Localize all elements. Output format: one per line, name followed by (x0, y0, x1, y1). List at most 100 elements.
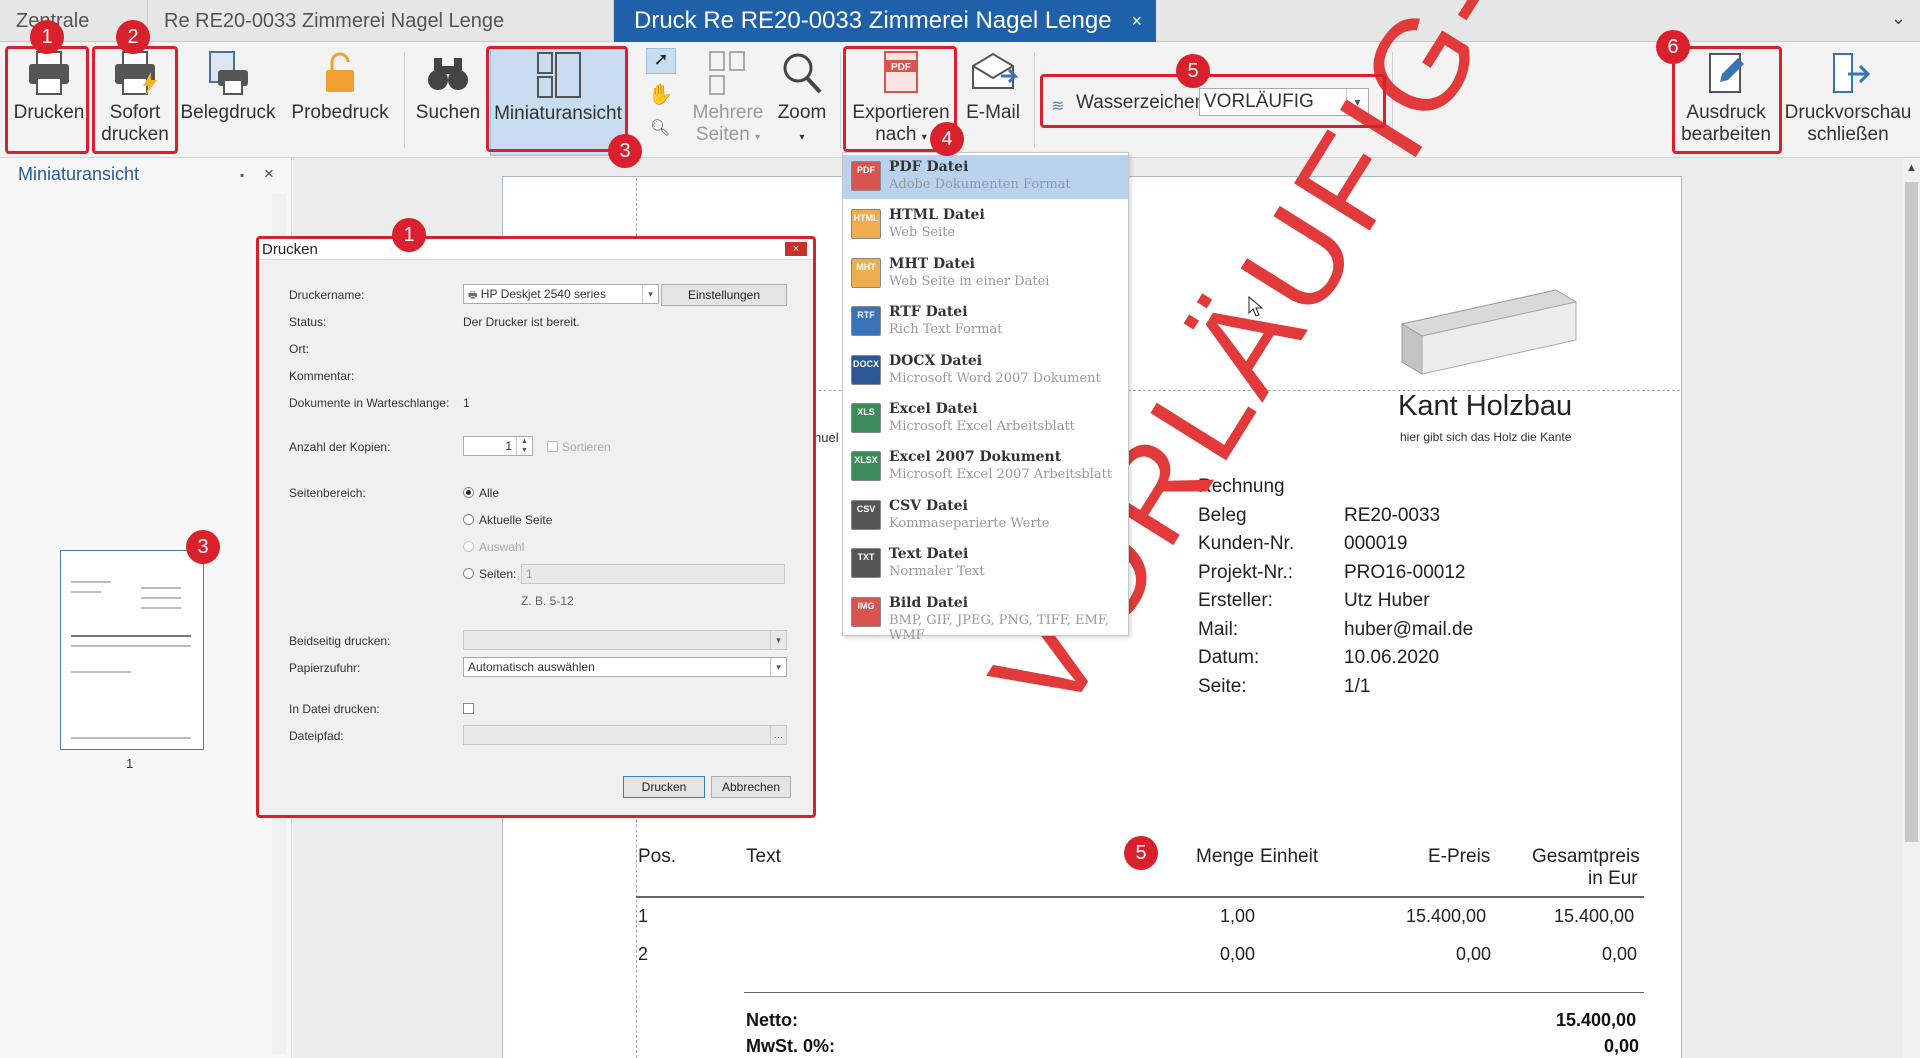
ribbon-divider (840, 52, 841, 148)
annotation-badge-2: 2 (116, 20, 150, 54)
printer-select[interactable]: 🖶︎ HP Deskjet 2540 series ▾ (463, 284, 659, 304)
papierzufuhr-select[interactable]: Automatisch auswählen ▾ (463, 657, 787, 677)
browse-icon[interactable]: … (770, 726, 786, 744)
email-button[interactable]: E-Mail (958, 48, 1028, 124)
info-value: 1/1 (1344, 675, 1371, 697)
chevron-down-icon[interactable]: ▾ (642, 285, 658, 303)
info-value: 000019 (1344, 533, 1408, 554)
export-item-name: Bild Datei (889, 594, 969, 611)
export-menu-item[interactable]: PDF PDF Datei Adobe Dokumenten Format (843, 155, 1128, 199)
export-item-name: MHT Datei (889, 255, 975, 272)
radio-auswahl[interactable] (463, 541, 474, 552)
col-pos: Pos. (638, 846, 677, 867)
drucken-button[interactable]: Drucken (8, 48, 90, 124)
mehrere-label: Mehrere (692, 102, 764, 123)
totals-rule (744, 992, 1644, 993)
export-menu-item[interactable]: CSV CSV Datei Kommaseparierte Werte (843, 494, 1128, 538)
row1-epreis: 15.400,00 (1406, 906, 1487, 926)
export-item-desc: Microsoft Excel Arbeitsblatt (889, 419, 1075, 434)
tab-druck[interactable]: Druck Re RE20-0033 Zimmerei Nagel Lenge × (614, 0, 1156, 42)
stepper-arrows-icon[interactable]: ▲ ▼ (516, 437, 532, 455)
tab-label: Re RE20-0033 Zimmerei Nagel Lenge (164, 10, 505, 32)
warteschlange-value: 1 (463, 396, 470, 410)
radio-aktuelle-seite[interactable] (463, 514, 474, 525)
sofort-drucken-button[interactable]: Sofort drucken (94, 48, 176, 146)
row2-epreis: 0,00 (1456, 944, 1492, 964)
radio-alle[interactable] (463, 487, 474, 498)
company-name: Kant Holzbau (1398, 390, 1573, 422)
dialog-close-icon[interactable]: × (785, 242, 807, 256)
row2-gesamt: 0,00 (1602, 944, 1638, 964)
in-datei-checkbox[interactable] (463, 703, 474, 714)
file-type-icon: IMG (851, 596, 881, 627)
ausdruck-bearbeiten-button[interactable]: Ausdruck bearbeiten (1676, 48, 1776, 146)
chevron-up-icon[interactable]: ▲ (1906, 162, 1917, 174)
kopien-stepper[interactable]: 1 ▲ ▼ (463, 436, 533, 456)
annotation-badge-watermark-5: 5 (1124, 836, 1158, 870)
zoom-button[interactable]: Zoom ▾ (770, 48, 834, 149)
alle-label: Alle (479, 486, 500, 500)
row1-gesamt: 15.400,00 (1554, 906, 1635, 926)
schliessen-label: Druckvorschau (1784, 102, 1912, 123)
mwst-label: MwSt. 0%: (746, 1036, 836, 1056)
info-key: Ersteller: (1198, 590, 1273, 611)
radio-seiten[interactable] (463, 568, 474, 579)
thumbnail-view-icon (537, 52, 581, 98)
export-menu-item[interactable]: HTML HTML Datei Web Seite (843, 203, 1128, 247)
file-type-icon: RTF (851, 306, 881, 337)
company-slogan: hier gibt sich das Holz die Kante (1400, 430, 1572, 444)
dateipfad-input[interactable]: … (463, 725, 787, 745)
pointer-tool-icon[interactable]: ➚ (646, 48, 676, 74)
hand-tool-icon[interactable]: ✋ (648, 82, 673, 107)
export-item-desc: Web Seite (889, 225, 956, 241)
annotation-badge-1: 1 (30, 20, 64, 54)
ribbon-divider (404, 52, 405, 148)
export-item-desc: Normaler Text (889, 564, 985, 580)
tab-rechnung[interactable]: Re RE20-0033 Zimmerei Nagel Lenge (148, 0, 614, 42)
mehrere-seiten-button[interactable]: Mehrere Seiten ▾ (688, 48, 768, 149)
tab-bar: Zentrale Re RE20-0033 Zimmerei Nagel Len… (0, 0, 1920, 42)
dialog-drucken-button[interactable]: Drucken (623, 776, 705, 798)
info-value: huber@mail.de (1344, 618, 1474, 640)
seiten-label: Seiten: (479, 567, 517, 581)
export-item-desc: Microsoft Excel 2007 Arbeitsblatt (889, 467, 1113, 483)
beidseitig-select[interactable]: ▾ (463, 630, 787, 650)
belegdruck-button[interactable]: Belegdruck (180, 48, 276, 124)
suchen-button[interactable]: Suchen (412, 48, 484, 124)
scroll-thumb[interactable] (1905, 182, 1918, 842)
export-menu-item[interactable]: TXT Text Datei Normaler Text (843, 542, 1128, 586)
export-menu-item[interactable]: MHT MHT Datei Web Seite in einer Datei (843, 252, 1128, 296)
chevron-down-icon[interactable]: ▾ (770, 658, 786, 676)
einstellungen-button[interactable]: Einstellungen (661, 284, 787, 306)
status-label: Status: (289, 315, 327, 329)
export-label: Exportieren (852, 102, 950, 123)
mwst-value: 0,00 (1604, 1036, 1640, 1056)
probedruck-button[interactable]: Probedruck (290, 48, 390, 124)
vertical-scrollbar[interactable]: ▲ (1903, 158, 1920, 1058)
panel-title: Miniaturansicht (18, 164, 140, 184)
close-icon[interactable]: × (264, 164, 274, 184)
export-menu-item[interactable]: XLS Excel Datei Microsoft Excel Arbeitsbla… (843, 397, 1128, 441)
ausdruck-label: Ausdruck (1686, 102, 1766, 123)
tab-close-icon[interactable]: × (1131, 0, 1142, 42)
page-thumbnail[interactable] (60, 550, 204, 750)
watermark-icon: ≋ (1051, 98, 1065, 115)
seiten-input[interactable]: 1 (521, 564, 785, 584)
zoom-tool-icon[interactable]: 🔍︎ (650, 118, 670, 138)
chevron-down-icon[interactable]: ▾ (770, 631, 786, 649)
pin-icon[interactable]: ▪ (240, 168, 244, 182)
export-menu-item[interactable]: IMG Bild Datei BMP, GIF, JPEG, PNG, TIFF, … (843, 591, 1128, 643)
sortieren-checkbox[interactable] (547, 441, 558, 452)
export-menu-item[interactable]: RTF RTF Datei Rich Text Format (843, 300, 1128, 344)
export-item-desc: BMP, GIF, JPEG, PNG, TIFF, EMF, WMF (889, 612, 1109, 643)
dialog-abbrechen-button[interactable]: Abbrechen (711, 776, 791, 798)
export-menu-item[interactable]: XLSX Excel 2007 Dokument Microsoft Excel 2… (843, 445, 1128, 489)
chevron-down-icon: ▾ (799, 132, 805, 143)
info-value: 10.06.2020 (1344, 647, 1440, 668)
chevron-down-icon[interactable]: ⌄ (1891, 8, 1906, 29)
export-item-desc: Web Seite in einer Datei (889, 273, 1050, 289)
druckvorschau-schliessen-button[interactable]: Druckvorschau schließen (1784, 48, 1912, 146)
dateipfad-label: Dateipfad: (289, 729, 344, 743)
export-menu-item[interactable]: DOCX DOCX Datei Microsoft Word 2007 Dokume… (843, 349, 1128, 393)
miniaturansicht-button[interactable]: Miniaturansicht (490, 46, 626, 156)
